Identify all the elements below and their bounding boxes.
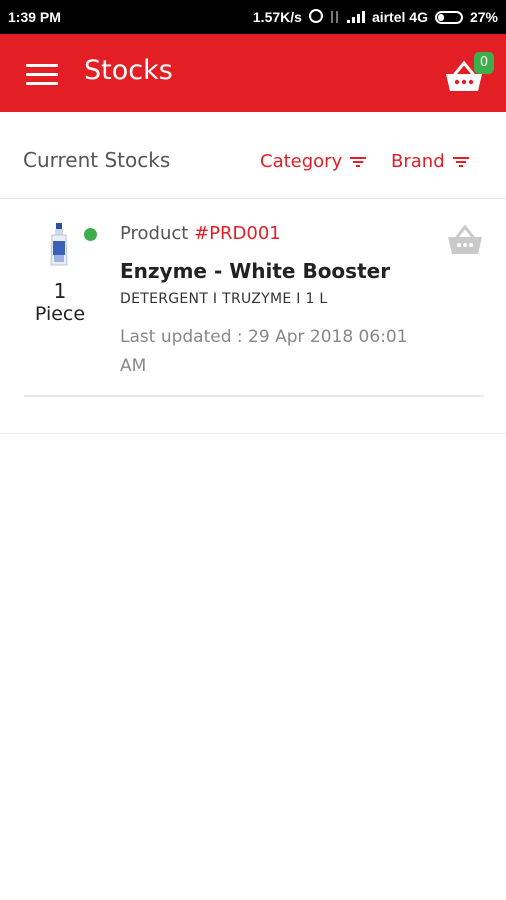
- product-category-brand-size: DETERGENT I TRUZYME I 1 L: [120, 291, 328, 307]
- product-name: Enzyme - White Booster: [120, 259, 391, 283]
- product-label-line: Product #PRD001: [120, 223, 281, 244]
- filter-bar: Current Stocks Category Brand: [0, 112, 506, 199]
- cart-count-badge: 0: [474, 52, 494, 74]
- status-bar: 1:39 PM 1.57K/s airtel 4G 27%: [0, 0, 506, 34]
- filter-icon: [452, 156, 469, 168]
- product-card[interactable]: 1 Piece Product #PRD001 Enzyme - White B…: [0, 199, 506, 434]
- data-arrows-icon: [330, 11, 340, 23]
- brand-filter-label: Brand: [391, 151, 445, 172]
- signal-icon: [346, 11, 365, 23]
- stock-unit: Piece: [34, 303, 86, 325]
- hamburger-menu-icon[interactable]: [26, 64, 58, 86]
- category-filter-label: Category: [260, 151, 343, 172]
- cart-button[interactable]: 0: [445, 52, 494, 100]
- category-filter-button[interactable]: Category: [260, 151, 367, 172]
- divider: [24, 395, 484, 397]
- carrier-label: airtel 4G: [371, 9, 428, 25]
- brand-filter-button[interactable]: Brand: [391, 151, 469, 172]
- app-bar: Stocks 0: [0, 34, 506, 112]
- battery-percent: 27%: [469, 9, 498, 25]
- network-speed: 1.57K/s: [252, 9, 302, 25]
- alarm-icon: [308, 9, 323, 23]
- page-title: Stocks: [84, 55, 173, 86]
- last-updated: Last updated : 29 Apr 2018 06:01 AM: [120, 327, 408, 376]
- product-label: Product: [120, 223, 189, 244]
- status-indicators: 1.57K/s airtel 4G 27%: [253, 9, 498, 25]
- product-thumbnail: [50, 223, 68, 266]
- filter-icon: [350, 156, 367, 168]
- add-to-basket-icon[interactable]: [446, 223, 484, 257]
- stock-quantity: 1: [53, 279, 67, 303]
- product-id: #PRD001: [194, 223, 281, 244]
- battery-icon: [434, 10, 463, 24]
- in-stock-indicator: [84, 228, 97, 241]
- status-time: 1:39 PM: [8, 9, 61, 25]
- section-title: Current Stocks: [23, 148, 171, 172]
